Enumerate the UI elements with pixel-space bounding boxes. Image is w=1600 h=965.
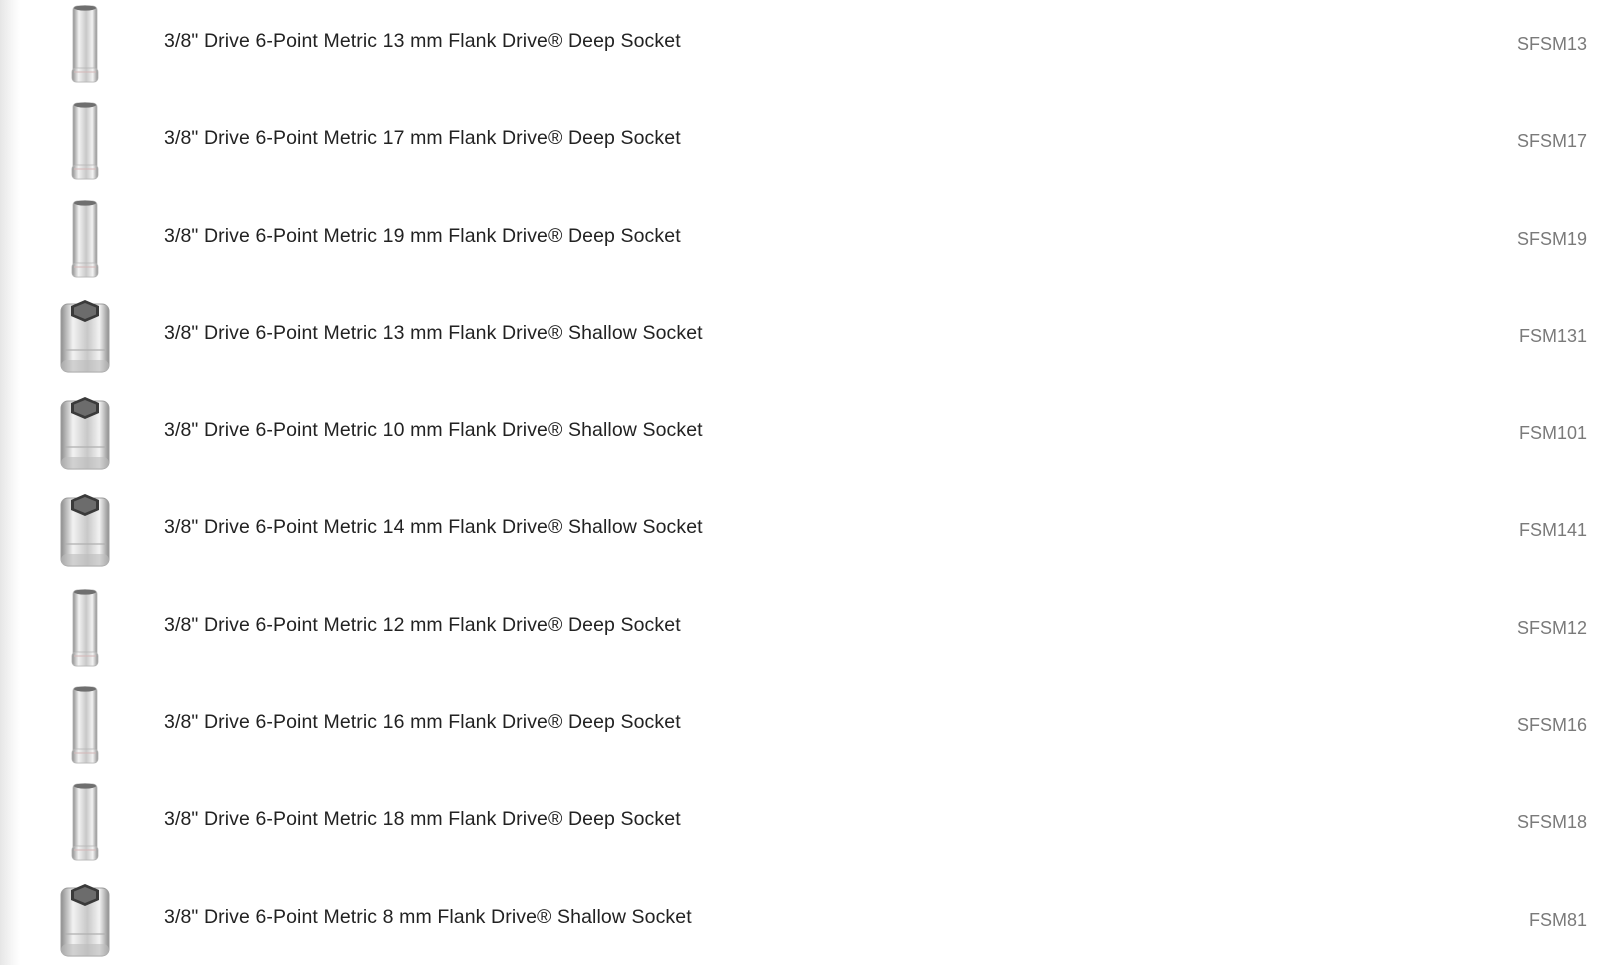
item-row[interactable]: 3/8" Drive 6-Point Metric 10 mm Flank Dr… (0, 389, 1600, 486)
shallow-socket-icon (60, 299, 110, 373)
item-sku: FSM101 (1518, 423, 1587, 444)
item-sku: FSM131 (1518, 325, 1587, 346)
item-name[interactable]: 3/8" Drive 6-Point Metric 13 mm Flank Dr… (164, 322, 703, 345)
product-list-page: 3/8" Drive 6-Point Metric 13 mm Flank Dr… (0, 0, 1600, 965)
item-sku: SFSM17 (1516, 131, 1587, 152)
shallow-socket-icon (60, 494, 110, 567)
item-sku: SFSM18 (1516, 812, 1587, 833)
item-name[interactable]: 3/8" Drive 6-Point Metric 10 mm Flank Dr… (164, 419, 703, 442)
deep-socket-icon (71, 5, 99, 83)
deep-socket-icon (71, 686, 99, 764)
item-row[interactable]: 3/8" Drive 6-Point Metric 16 mm Flank Dr… (0, 681, 1600, 778)
item-name[interactable]: 3/8" Drive 6-Point Metric 14 mm Flank Dr… (164, 516, 703, 539)
shallow-socket-icon (60, 883, 110, 957)
item-sku: FSM81 (1528, 909, 1587, 930)
deep-socket-icon (71, 199, 99, 277)
deep-socket-icon (71, 102, 99, 180)
deep-socket-icon (71, 783, 99, 861)
deep-socket-icon (71, 589, 99, 667)
item-name[interactable]: 3/8" Drive 6-Point Metric 17 mm Flank Dr… (164, 127, 681, 150)
socket-thumbnail[interactable] (55, 294, 115, 380)
item-row[interactable]: 3/8" Drive 6-Point Metric 13 mm Flank Dr… (0, 0, 1600, 97)
item-sku: SFSM19 (1516, 228, 1587, 249)
item-name[interactable]: 3/8" Drive 6-Point Metric 12 mm Flank Dr… (164, 614, 681, 637)
socket-thumbnail[interactable] (55, 197, 115, 283)
item-row[interactable]: 3/8" Drive 6-Point Metric 17 mm Flank Dr… (0, 97, 1600, 194)
socket-thumbnail[interactable] (55, 99, 115, 185)
socket-thumbnail[interactable] (55, 2, 115, 88)
item-row[interactable]: 3/8" Drive 6-Point Metric 18 mm Flank Dr… (0, 778, 1600, 875)
socket-thumbnail[interactable] (55, 878, 115, 964)
item-name[interactable]: 3/8" Drive 6-Point Metric 16 mm Flank Dr… (164, 711, 681, 734)
socket-thumbnail[interactable] (55, 683, 115, 769)
item-name[interactable]: 3/8" Drive 6-Point Metric 18 mm Flank Dr… (164, 808, 681, 831)
item-row[interactable]: 3/8" Drive 6-Point Metric 14 mm Flank Dr… (0, 486, 1600, 583)
item-row[interactable]: 3/8" Drive 6-Point Metric 12 mm Flank Dr… (0, 584, 1600, 681)
item-name[interactable]: 3/8" Drive 6-Point Metric 13 mm Flank Dr… (164, 30, 681, 53)
item-sku: SFSM12 (1516, 617, 1587, 638)
socket-thumbnail[interactable] (55, 488, 115, 574)
item-row[interactable]: 3/8" Drive 6-Point Metric 19 mm Flank Dr… (0, 195, 1600, 292)
item-sku: FSM141 (1518, 520, 1587, 541)
item-sku: SFSM16 (1516, 715, 1587, 736)
shallow-socket-icon (60, 397, 110, 470)
item-name[interactable]: 3/8" Drive 6-Point Metric 19 mm Flank Dr… (164, 225, 681, 248)
item-sku: SFSM13 (1516, 34, 1587, 54)
socket-thumbnail[interactable] (55, 586, 115, 672)
item-row[interactable]: 3/8" Drive 6-Point Metric 13 mm Flank Dr… (0, 292, 1600, 389)
socket-thumbnail[interactable] (55, 391, 115, 477)
item-row[interactable]: 3/8" Drive 6-Point Metric 8 mm Flank Dri… (0, 876, 1600, 965)
socket-thumbnail[interactable] (55, 780, 115, 866)
item-name[interactable]: 3/8" Drive 6-Point Metric 8 mm Flank Dri… (164, 906, 692, 929)
socket-item-list: 3/8" Drive 6-Point Metric 13 mm Flank Dr… (0, 0, 1600, 965)
